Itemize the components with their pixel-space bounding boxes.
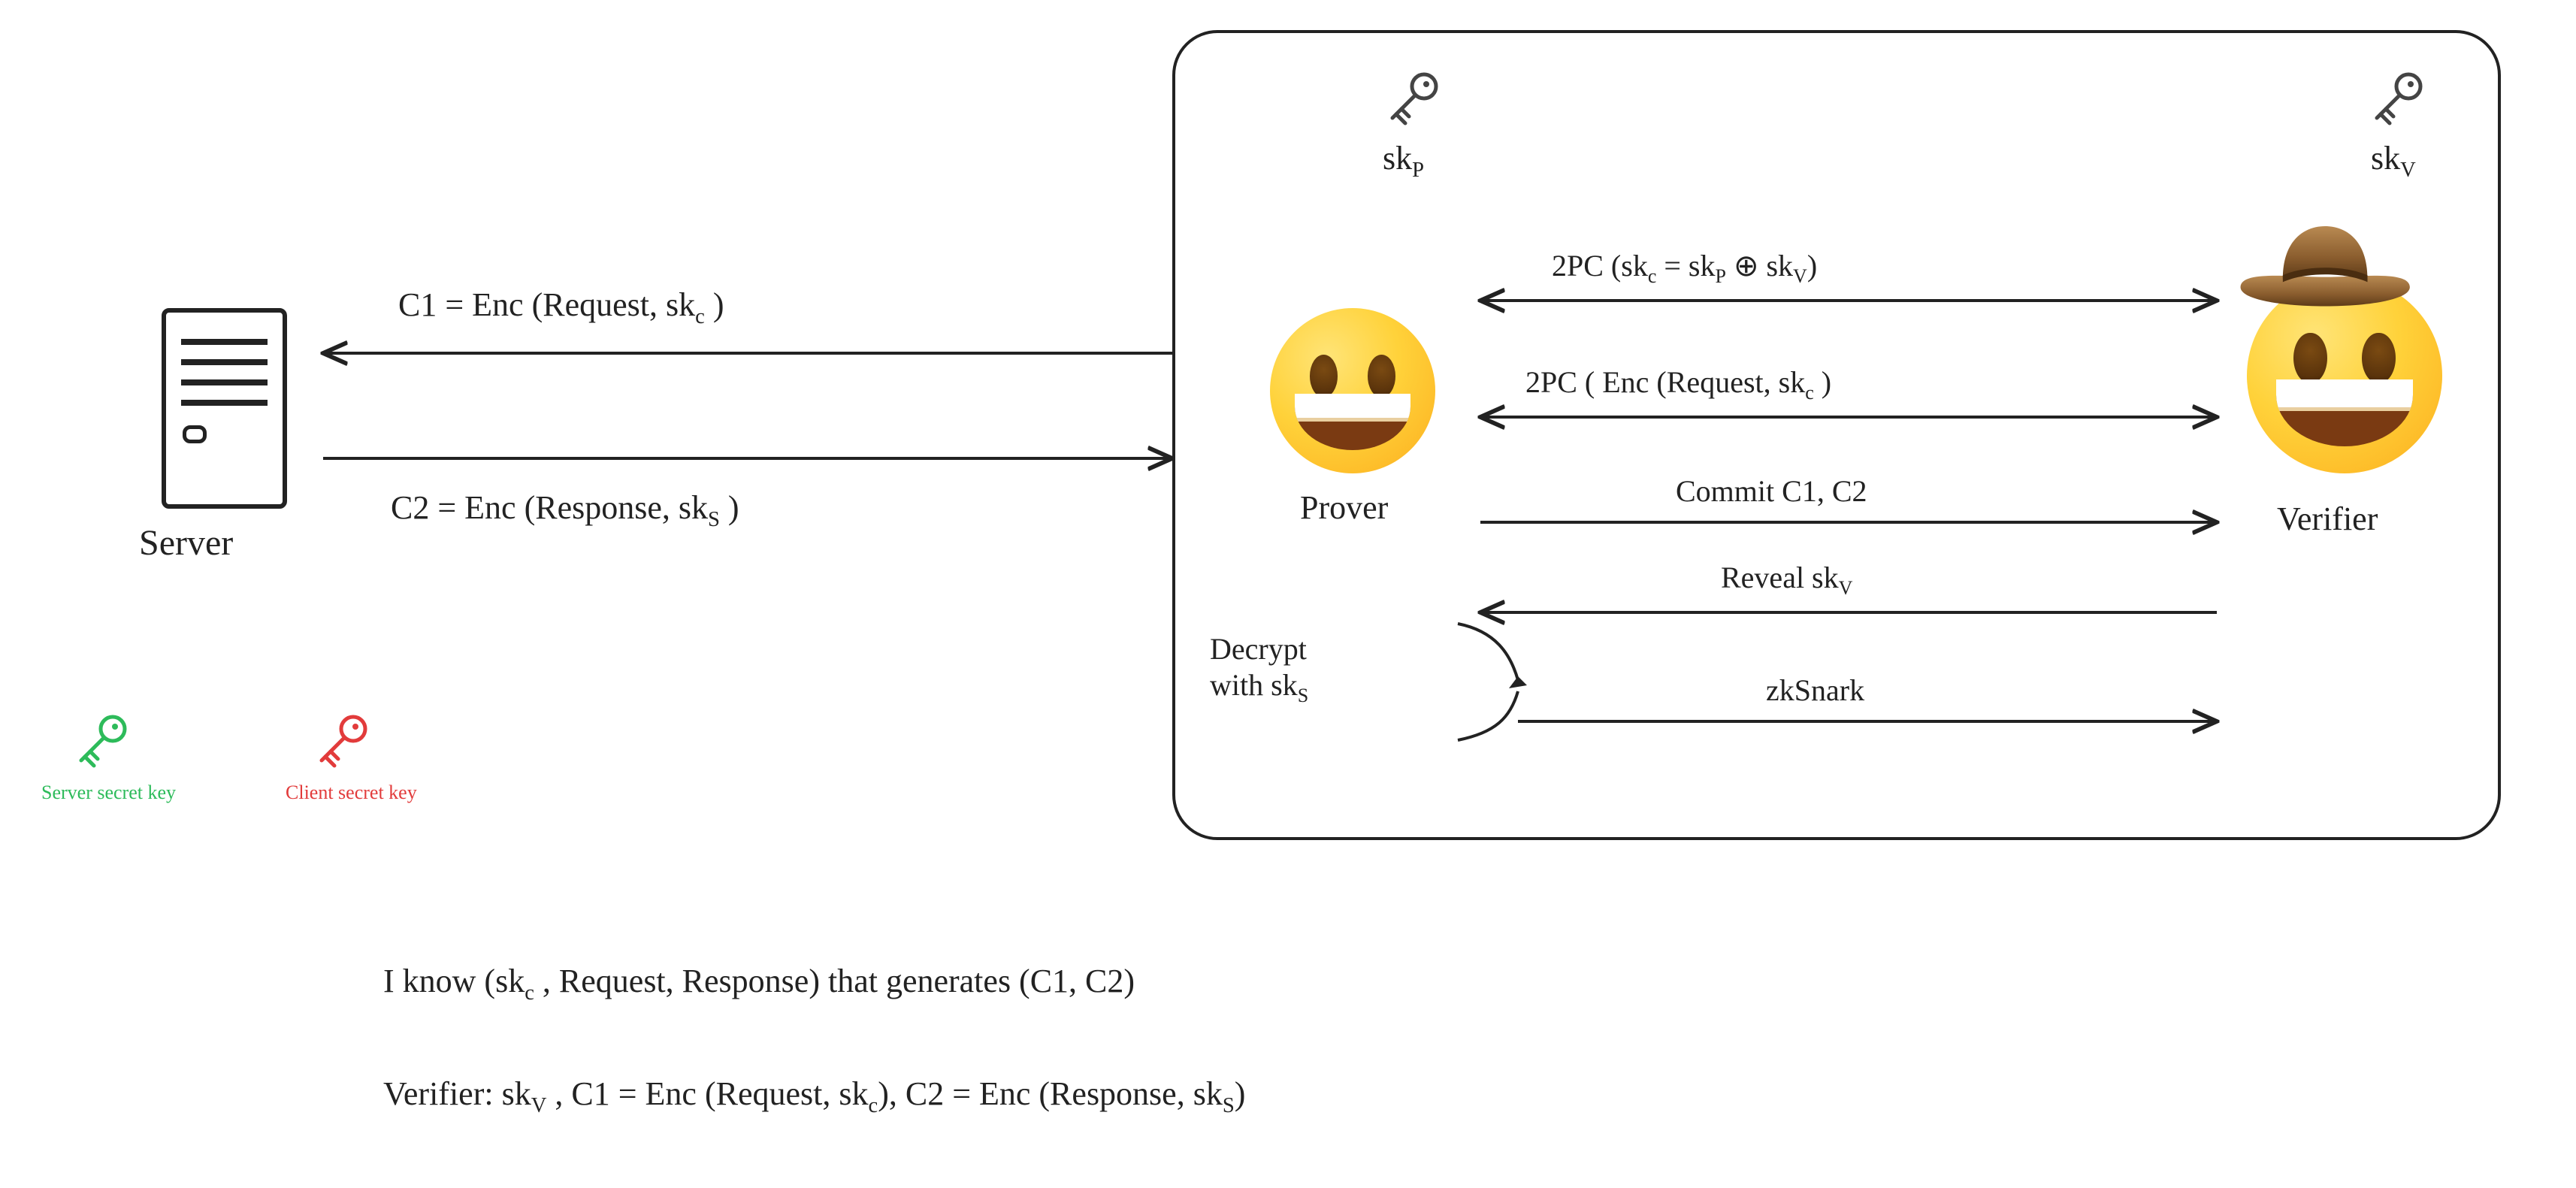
step2-label: 2PC ( Enc (Request, skc ): [1525, 364, 1831, 404]
verifier-key-icon: [2363, 68, 2431, 135]
step3-label: Commit C1, C2: [1676, 473, 1867, 509]
step5-label: zkSnark: [1766, 673, 1864, 708]
client-key-label: Client secret key: [286, 781, 417, 804]
step4-label: Reveal skV: [1721, 560, 1852, 600]
server-key-icon: [68, 710, 135, 778]
server-icon: [162, 308, 287, 509]
verifier-emoji: [2247, 278, 2442, 473]
bottom-note-2: Verifier: skV , C1 = Enc (Request, skc),…: [383, 1075, 1245, 1118]
c1-formula: C1 = Enc (Request, skc ): [398, 286, 724, 329]
bottom-note-1: I know (skc , Request, Response) that ge…: [383, 962, 1135, 1005]
verifier-key-label: skV: [2371, 139, 2416, 183]
step1-label: 2PC (skc = skP ⊕ skV): [1552, 248, 1817, 288]
decrypt-label: Decrypt with skS: [1210, 631, 1308, 707]
server-label: Server: [139, 522, 233, 564]
prover-label: Prover: [1300, 488, 1388, 527]
c2-formula: C2 = Enc (Response, skS ): [391, 488, 739, 532]
server-key-label: Server secret key: [41, 781, 176, 804]
prover-key-label: skP: [1383, 139, 1424, 183]
verifier-label: Verifier: [2277, 500, 2378, 538]
prover-emoji: [1270, 308, 1435, 473]
client-key-icon: [308, 710, 376, 778]
prover-key-icon: [1379, 68, 1447, 135]
